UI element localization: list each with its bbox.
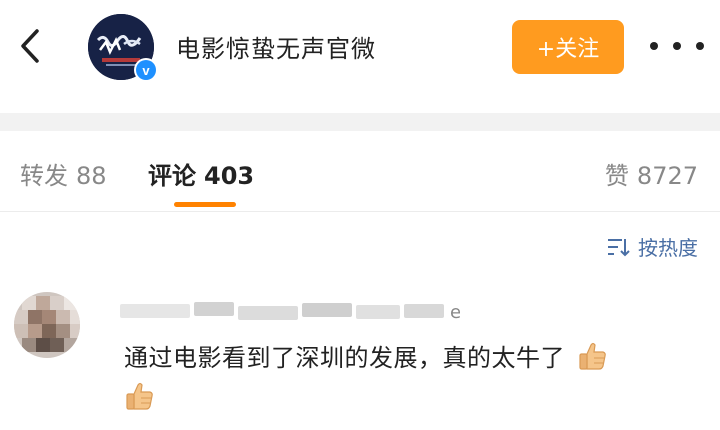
commenter-username[interactable]: e: [120, 298, 460, 326]
sort-by-hot-button[interactable]: 按热度: [606, 232, 698, 261]
avatar-pixel: [28, 310, 42, 324]
sort-icon: [608, 238, 630, 256]
avatar-pixel: [14, 310, 28, 324]
blurred-text: [302, 303, 352, 317]
chevron-left-icon: [21, 29, 39, 63]
avatar-pixel: [42, 324, 56, 338]
comment-body: 通过电影看到了深圳的发展，真的太牛了: [124, 344, 565, 372]
sort-label: 按热度: [638, 236, 698, 260]
username-tail: e: [450, 302, 460, 323]
follow-button[interactable]: +关注: [512, 20, 624, 74]
tab-comment[interactable]: 评论 403: [148, 156, 254, 191]
tab-like-label: 赞: [604, 162, 629, 190]
more-dot: [650, 42, 658, 50]
avatar-pixel: [50, 296, 64, 310]
tab-repost[interactable]: 转发 88: [20, 156, 107, 191]
blurred-text: [120, 304, 190, 318]
avatar-pixel: [56, 310, 70, 324]
verified-badge: v: [134, 58, 158, 82]
thumbs-up-icon: [579, 342, 606, 370]
avatar-pixel: [14, 324, 28, 338]
blurred-text: [194, 302, 234, 316]
avatar-pixel: [22, 338, 36, 352]
avatar-pixel: [22, 296, 36, 310]
more-dots-icon[interactable]: [650, 34, 704, 58]
comment-item: e 通过电影看到了深圳的发展，真的太牛了: [0, 284, 720, 430]
blurred-text: [404, 304, 444, 318]
verified-v-icon: v: [136, 60, 156, 80]
thumbs-up-icon: [126, 382, 153, 410]
tab-repost-label: 转发: [20, 162, 68, 190]
comment-text: 通过电影看到了深圳的发展，真的太牛了: [124, 338, 694, 418]
more-dot: [696, 42, 704, 50]
blurred-text: [238, 306, 298, 320]
tab-like-count: 8727: [636, 162, 698, 190]
tab-comment-count: 403: [204, 162, 255, 190]
avatar-pixel: [50, 338, 64, 352]
more-dot: [673, 42, 681, 50]
avatar-pixel: [36, 296, 50, 310]
tabs-divider: [0, 211, 720, 212]
avatar-pixel: [42, 310, 56, 324]
commenter-avatar[interactable]: [14, 292, 80, 358]
avatar-pixel: [70, 310, 80, 324]
avatar-pixel: [56, 324, 70, 338]
back-button[interactable]: [12, 22, 48, 70]
tab-comment-label: 评论: [148, 162, 196, 190]
avatar-pixel: [70, 324, 80, 338]
avatar-pixel: [36, 338, 50, 352]
blurred-text: [356, 305, 400, 319]
avatar-pixel: [64, 296, 78, 310]
tab-like[interactable]: 赞 8727: [605, 156, 698, 191]
account-name[interactable]: 电影惊蛰无声官微: [176, 29, 376, 64]
section-divider: [0, 113, 720, 131]
avatar-pixel: [28, 324, 42, 338]
tab-repost-count: 88: [76, 162, 107, 190]
active-tab-indicator: [174, 202, 236, 207]
header: v 电影惊蛰无声官微 +关注: [0, 0, 720, 94]
avatar-pixel: [64, 338, 78, 352]
interaction-tabs: 转发 88 评论 403 赞 8727: [0, 140, 720, 210]
